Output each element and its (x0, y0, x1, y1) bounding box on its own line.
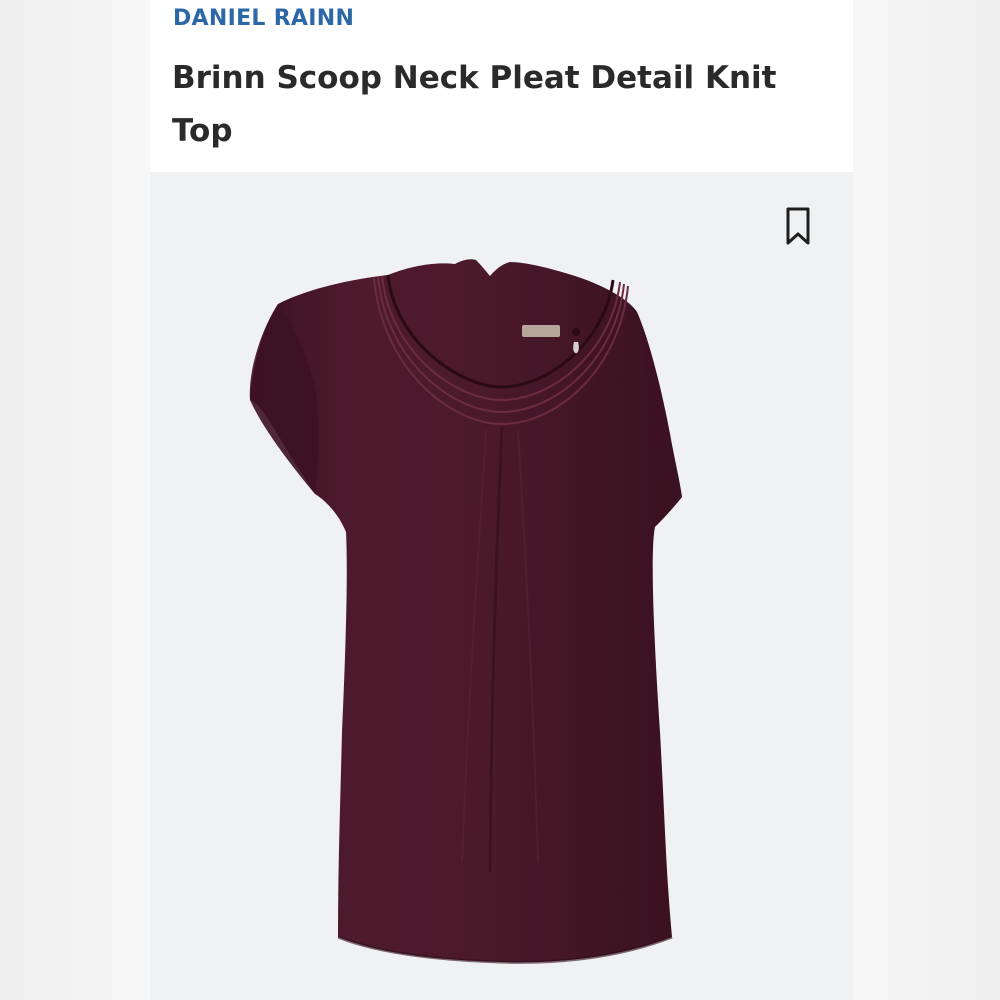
product-image (150, 172, 853, 1000)
back-button (572, 328, 580, 336)
bookmark-icon[interactable] (784, 206, 812, 246)
garment-label (522, 325, 560, 337)
brand-name[interactable]: DANIEL RAINN (173, 6, 354, 31)
product-card: DANIEL RAINN Brinn Scoop Neck Pleat Deta… (150, 0, 853, 1000)
product-header: DANIEL RAINN Brinn Scoop Neck Pleat Deta… (150, 0, 853, 172)
garment-body (250, 259, 682, 963)
knit-top-image (249, 259, 682, 964)
product-title: Brinn Scoop Neck Pleat Detail Knit Top (172, 60, 777, 149)
keyhole (573, 342, 579, 354)
